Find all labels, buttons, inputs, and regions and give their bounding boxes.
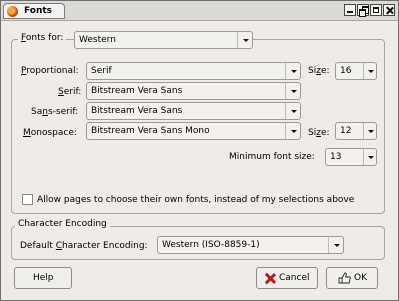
window-controls (343, 4, 395, 17)
help-button-label: Help (33, 273, 54, 283)
chevron-down-icon[interactable] (363, 63, 376, 79)
chevron-down-icon[interactable] (285, 83, 300, 99)
allow-pages-checkbox[interactable] (22, 194, 33, 205)
chevron-down-icon[interactable] (363, 123, 376, 139)
fonts-for-label: Fonts for: (18, 31, 67, 47)
sans-serif-select[interactable]: Bitstream Vera Sans (86, 102, 301, 120)
fonts-dialog: Fonts Fonts for: Western Proportional: S… (0, 0, 399, 301)
title-tab[interactable]: Fonts (3, 3, 65, 19)
serif-select[interactable]: Bitstream Vera Sans (86, 82, 301, 100)
monospace-label: Monospace: (23, 128, 77, 138)
monospace-value: Bitstream Vera Sans Mono (91, 126, 210, 136)
close-icon[interactable] (383, 4, 395, 16)
encoding-group-title: Character Encoding (15, 219, 110, 233)
title-bar[interactable]: Fonts (1, 1, 398, 21)
default-encoding-select[interactable]: Western (ISO-8859-1) (157, 236, 344, 254)
chevron-down-icon[interactable] (237, 32, 252, 48)
chevron-down-icon[interactable] (285, 103, 300, 119)
fonts-for-label-text: onts for: (25, 33, 64, 43)
firefox-icon[interactable] (7, 6, 18, 17)
proportional-value: Serif (91, 66, 112, 76)
min-font-size-select[interactable]: 13 (325, 148, 377, 166)
window-title: Fonts (24, 6, 53, 16)
sans-serif-value: Bitstream Vera Sans (91, 106, 183, 116)
restore-icon[interactable] (357, 4, 369, 17)
minimize-icon[interactable] (344, 4, 356, 16)
monospace-size-value: 12 (340, 126, 352, 136)
default-encoding-value: Western (ISO-8859-1) (162, 240, 260, 250)
proportional-label: Proportional: (21, 66, 79, 76)
fonts-for-select[interactable]: Western (74, 31, 253, 49)
monospace-size-label: Size: (308, 128, 330, 138)
proportional-select[interactable]: Serif (86, 62, 301, 80)
help-button[interactable]: Help (14, 267, 72, 289)
sans-serif-label: Sans-serif: (31, 107, 79, 117)
ok-button[interactable]: OK (326, 267, 378, 289)
cancel-icon (265, 273, 276, 284)
proportional-size-select[interactable]: 16 (335, 62, 377, 80)
monospace-select[interactable]: Bitstream Vera Sans Mono (86, 122, 301, 140)
proportional-size-value: 16 (340, 66, 352, 76)
chevron-down-icon[interactable] (285, 63, 300, 79)
chevron-down-icon[interactable] (363, 149, 376, 165)
ok-button-label: OK (354, 273, 367, 283)
serif-value: Bitstream Vera Sans (91, 86, 183, 96)
chevron-down-icon[interactable] (285, 123, 300, 139)
cancel-button-label: Cancel (279, 273, 310, 283)
maximize-icon[interactable] (370, 4, 382, 16)
default-encoding-label: Default Character Encoding: (20, 241, 148, 251)
ok-icon (338, 272, 351, 284)
fonts-for-value: Western (79, 35, 116, 45)
min-font-size-label: Minimum font size: (229, 152, 315, 162)
allow-pages-label[interactable]: Allow pages to choose their own fonts, i… (37, 195, 354, 205)
monospace-size-select[interactable]: 12 (335, 122, 377, 140)
chevron-down-icon[interactable] (328, 237, 343, 253)
serif-label: Serif: (58, 87, 82, 97)
cancel-button[interactable]: Cancel (256, 267, 318, 289)
min-font-size-value: 13 (330, 152, 342, 162)
proportional-size-label: Size: (308, 66, 330, 76)
